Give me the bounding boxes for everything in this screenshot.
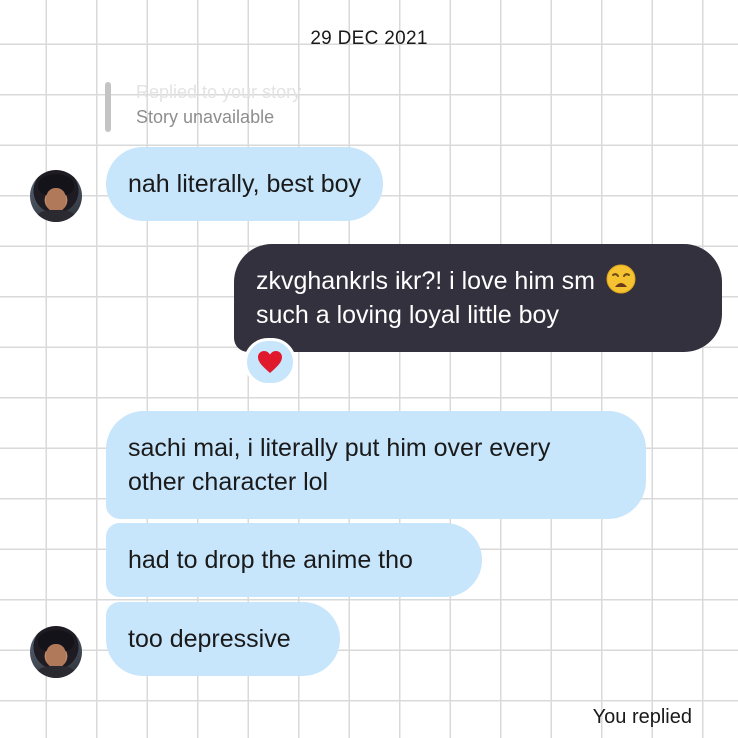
message-bubble-incoming[interactable]: too depressive	[106, 602, 340, 676]
message-bubble-incoming[interactable]: sachi mai, i literally put him over ever…	[106, 411, 646, 519]
message-bubble-outgoing[interactable]: zkvghankrls ikr?! i love him sm such a l…	[234, 244, 722, 352]
message-text: too depressive	[128, 625, 291, 653]
message-bubble-incoming[interactable]: had to drop the anime tho	[106, 523, 482, 597]
message-bubble-incoming[interactable]: nah literally, best boy	[106, 147, 383, 221]
story-unavailable-label: Story unavailable	[136, 107, 275, 127]
story-reply-caption: Replied to your story	[136, 82, 302, 102]
sender-avatar[interactable]	[30, 170, 82, 222]
heart-reaction[interactable]	[244, 338, 296, 386]
message-text-line2: such a loving loyal little boy	[256, 301, 559, 329]
message-text-line1: sachi mai, i literally put him over ever…	[128, 434, 551, 462]
red-heart-icon	[258, 351, 282, 373]
date-header: 29 DEC 2021	[310, 28, 428, 49]
sender-avatar[interactable]	[30, 626, 82, 678]
message-text-line2: other character lol	[128, 468, 329, 496]
message-text: nah literally, best boy	[128, 170, 361, 198]
reply-indicator-bar	[105, 82, 111, 132]
weary-face-emoji-icon	[606, 264, 636, 294]
message-text: zkvghankrls ikr?! i love him sm	[256, 267, 595, 295]
message-text: had to drop the anime tho	[128, 546, 413, 574]
you-replied-label: You replied	[592, 706, 692, 728]
